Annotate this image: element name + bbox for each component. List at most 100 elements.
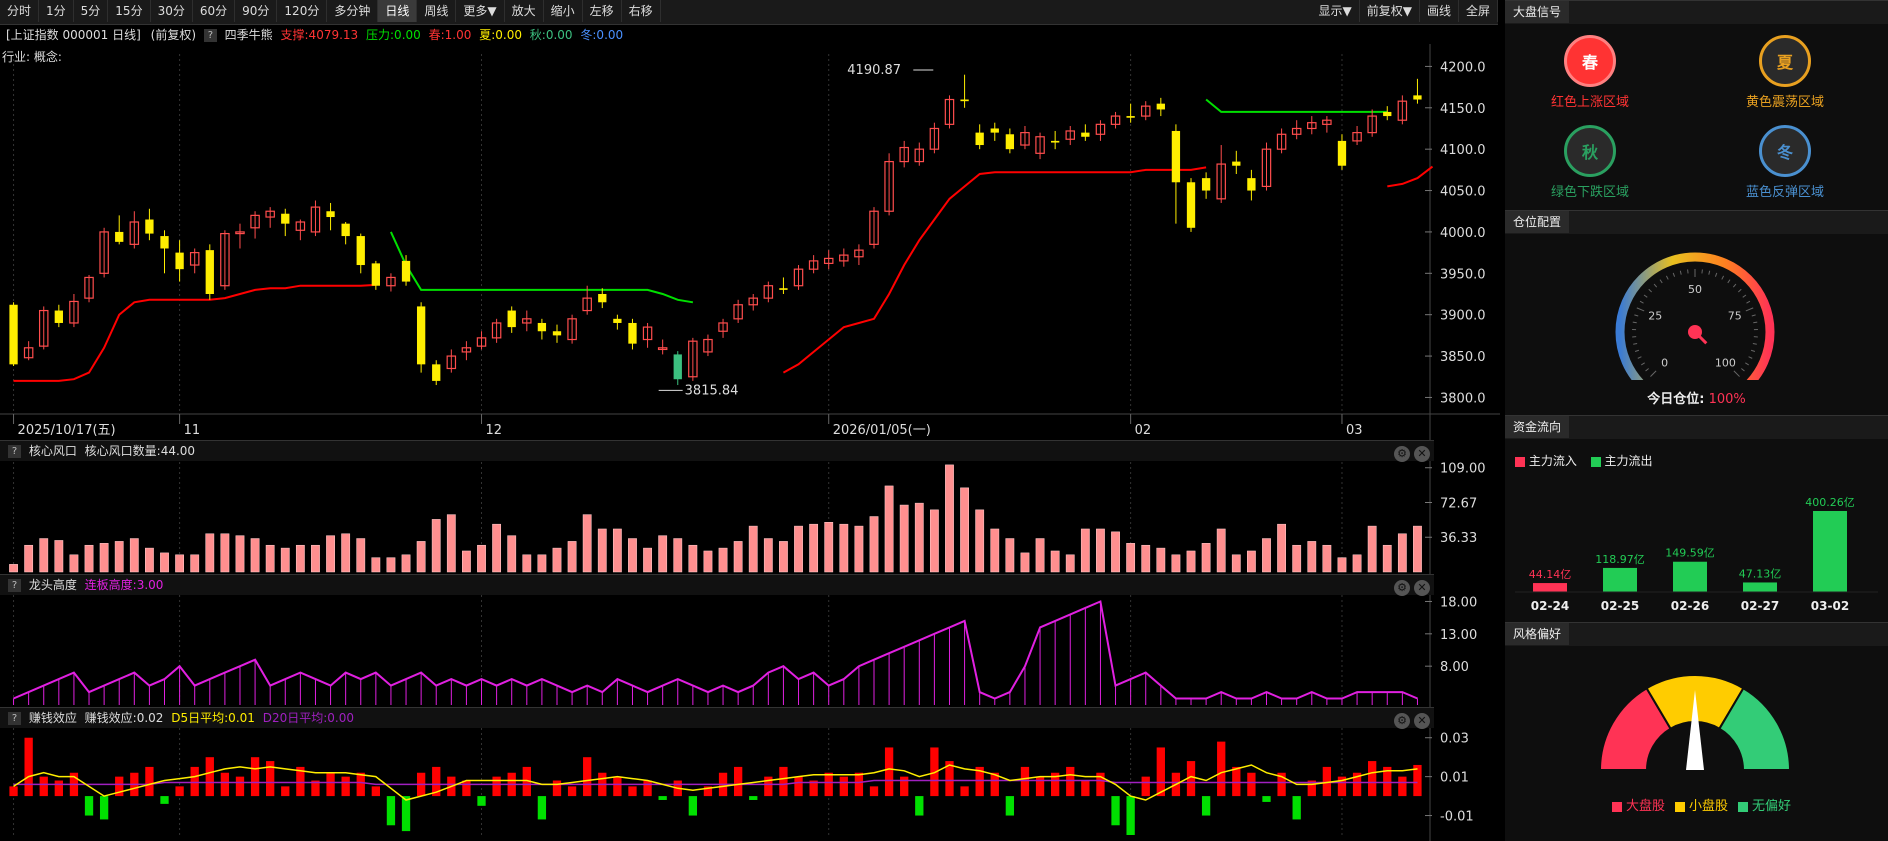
core-panel-header: ? 核心风口 核心风口数量:44.00 ⚙ ✕: [0, 440, 1434, 462]
settings-icon[interactable]: ⚙: [1394, 713, 1410, 729]
candle-body: [1337, 140, 1347, 166]
core-bar: [1246, 550, 1256, 573]
flow-value-label: 44.14亿: [1529, 568, 1572, 581]
core-bar: [341, 533, 351, 573]
right-panel: 大盘信号 春红色上涨区域夏黄色震荡区域秋绿色下跌区域冬蓝色反弹区域 仓位配置 0…: [1505, 0, 1888, 841]
core-bar: [628, 538, 637, 573]
core-bar: [1352, 554, 1362, 573]
candle-body: [1081, 132, 1090, 137]
candle-body: [1005, 134, 1015, 150]
close-icon[interactable]: ✕: [1414, 580, 1430, 596]
flow-date-label: 02-25: [1601, 599, 1639, 613]
period-button-11[interactable]: 更多▼: [456, 0, 505, 22]
period-button-6[interactable]: 90分: [235, 0, 278, 22]
core-bar: [869, 516, 879, 573]
period-button-1[interactable]: 1分: [39, 0, 74, 22]
period-button-5[interactable]: 60分: [193, 0, 236, 22]
candle-body: [1126, 116, 1135, 118]
profit-bar: [643, 780, 652, 797]
profit-bar: [160, 796, 169, 804]
core-y-label: 36.33: [1440, 531, 1477, 546]
core-bar: [567, 541, 577, 573]
gauge-tick: [1752, 343, 1757, 345]
profit-bar: [794, 776, 803, 797]
period-button-15[interactable]: 右移: [622, 0, 661, 22]
flow-date-label: 02-26: [1671, 599, 1709, 613]
toolbar-right-button-3[interactable]: 全屏: [1459, 0, 1498, 22]
core-bar: [99, 543, 109, 573]
toolbar-right-button-1[interactable]: 前复权▼: [1360, 0, 1420, 22]
profit-bar: [1020, 766, 1030, 797]
core-bar: [809, 523, 819, 573]
support-value: 支撑:4079.13: [280, 28, 359, 42]
gauge-tick: [1643, 294, 1648, 298]
gauge-tick: [1732, 283, 1737, 288]
y-tick-label: 3850.0: [1440, 350, 1486, 365]
gauge-tick: [1750, 349, 1756, 352]
period-button-10[interactable]: 周线: [417, 0, 457, 22]
help-icon[interactable]: ?: [8, 579, 21, 592]
period-button-14[interactable]: 左移: [583, 0, 622, 22]
candle-body: [115, 231, 124, 242]
close-icon[interactable]: ✕: [1414, 713, 1430, 729]
core-bar: [1307, 541, 1317, 573]
core-bar: [1322, 544, 1332, 573]
profit-bar: [235, 776, 245, 797]
period-button-0[interactable]: 分时: [0, 0, 40, 22]
period-button-3[interactable]: 15分: [108, 0, 151, 22]
profit-bar: [628, 786, 637, 797]
style-legend-label: 无偏好: [1752, 799, 1792, 814]
gauge-tick: [1636, 307, 1645, 312]
period-button-4[interactable]: 30分: [151, 0, 193, 22]
annotation-label: 4190.87: [847, 63, 901, 78]
today-label: 今日仓位:: [1647, 392, 1705, 407]
help-icon[interactable]: ?: [8, 712, 21, 725]
profit-bar: [1201, 796, 1211, 816]
profit-bar: [749, 796, 758, 800]
x-tick-label: 03: [1346, 423, 1363, 438]
signal-section-header: 大盘信号: [1505, 0, 1888, 24]
period-button-8[interactable]: 多分钟: [327, 0, 379, 22]
dragon-y-label: 8.00: [1440, 660, 1469, 675]
toolbar-right-button-0[interactable]: 显示▼: [1312, 0, 1360, 22]
candle-body: [1247, 178, 1256, 191]
core-bar: [386, 557, 396, 573]
flow-legend: 主力流入 主力流出: [1515, 452, 1653, 469]
core-bar: [1035, 538, 1045, 573]
close-icon[interactable]: ✕: [1414, 446, 1430, 462]
core-bar: [582, 514, 592, 573]
core-bar: [1096, 528, 1105, 573]
profit-bar: [613, 776, 622, 797]
toolbar-right-button-2[interactable]: 画线: [1420, 0, 1459, 22]
position-section-header: 仓位配置: [1505, 210, 1888, 234]
core-bar: [1337, 557, 1347, 573]
candle-body: [507, 310, 516, 328]
today-position: 今日仓位: 100%: [1505, 388, 1888, 407]
core-bar: [929, 509, 939, 573]
winter-value: 冬:0.00: [580, 28, 624, 42]
flow-bar: [1813, 510, 1847, 592]
dragon-title: 龙头高度: [28, 578, 77, 592]
period-button-7[interactable]: 120分: [277, 0, 328, 22]
today-value: 100%: [1708, 392, 1746, 407]
core-bar: [401, 554, 411, 573]
signal-badge-icon: 春: [1564, 35, 1616, 87]
core-bar: [1367, 525, 1377, 573]
period-button-12[interactable]: 放大: [505, 0, 544, 22]
help-icon[interactable]: ?: [203, 29, 217, 42]
period-button-9[interactable]: 日线: [378, 0, 418, 22]
profit-bar: [1066, 766, 1075, 797]
core-bar: [643, 547, 652, 573]
settings-icon[interactable]: ⚙: [1394, 580, 1410, 596]
period-button-2[interactable]: 5分: [74, 0, 109, 22]
period-button-13[interactable]: 缩小: [544, 0, 583, 22]
profit-bar: [250, 757, 260, 797]
core-bar: [326, 535, 335, 573]
settings-icon[interactable]: ⚙: [1394, 446, 1410, 462]
flow-value-label: 149.59亿: [1665, 547, 1715, 560]
signal-badge-icon: 夏: [1759, 35, 1811, 87]
profit-bar: [839, 776, 848, 797]
legend-in: 主力流入: [1528, 454, 1577, 468]
help-icon[interactable]: ?: [8, 445, 21, 458]
profit-bar: [9, 786, 18, 797]
